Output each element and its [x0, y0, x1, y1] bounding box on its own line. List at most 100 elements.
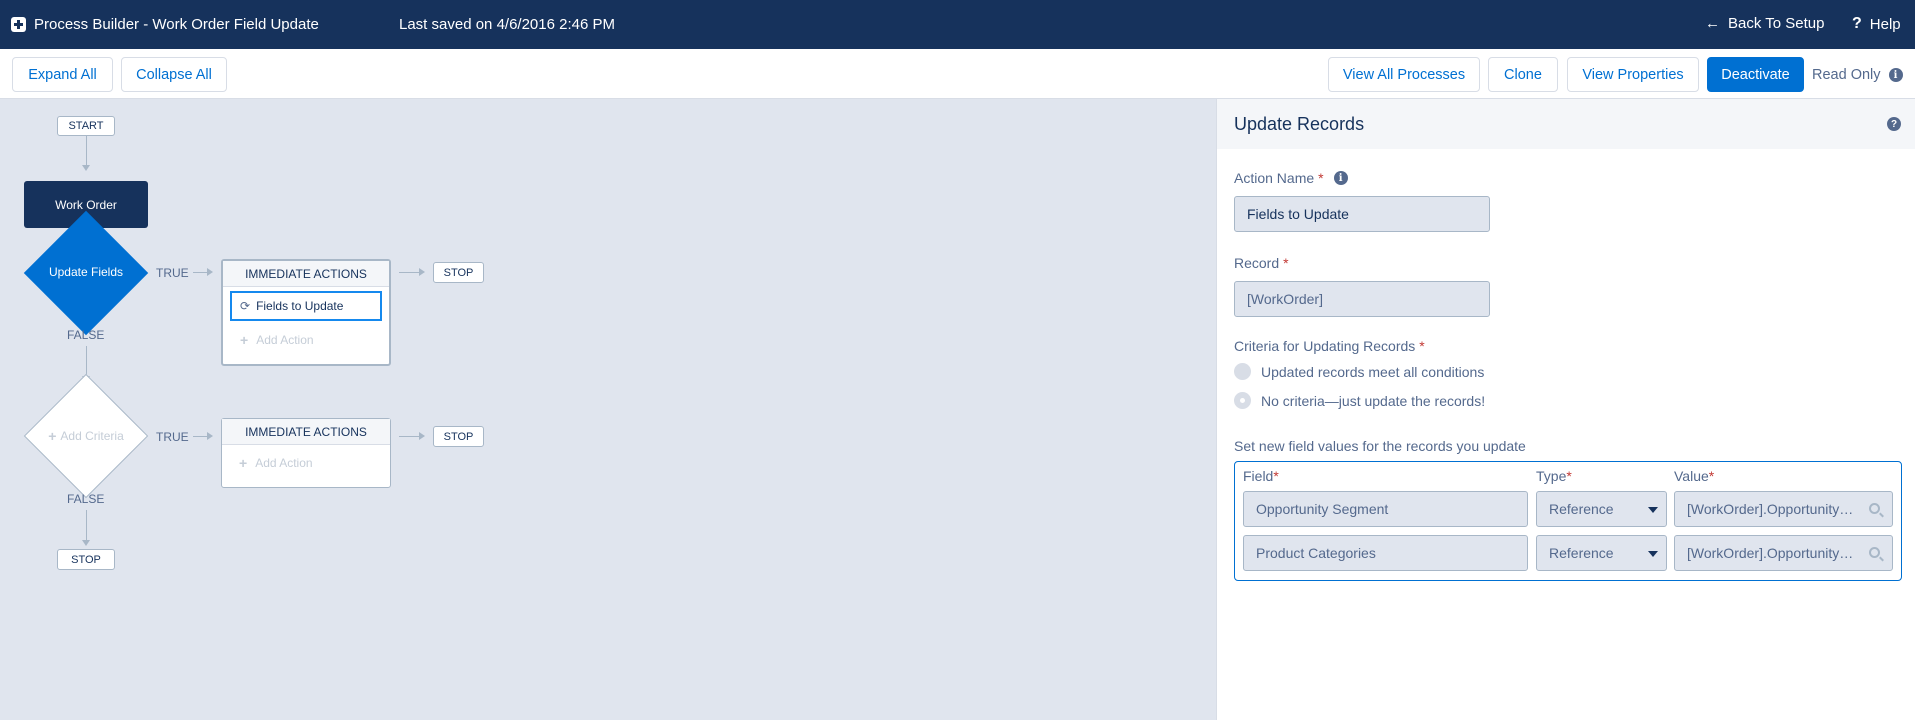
plus-icon: +	[48, 428, 57, 444]
add-action-label: Add Action	[255, 456, 313, 470]
radio-button[interactable]	[1234, 363, 1251, 380]
column-header-value-text: Value	[1674, 468, 1709, 484]
help-label: Help	[1869, 15, 1901, 33]
toolbar: Expand All Collapse All View All Process…	[0, 49, 1915, 99]
app-header: Process Builder - Work Order Field Updat…	[0, 0, 1915, 49]
properties-panel: Update Records ? Action Name * i Fields t…	[1216, 99, 1915, 720]
immediate-actions-header: IMMEDIATE ACTIONS	[223, 261, 389, 287]
radio-button-selected[interactable]	[1234, 392, 1251, 409]
stop-node: STOP	[57, 549, 115, 570]
field-input[interactable]: Product Categories	[1243, 535, 1528, 571]
plus-icon: +	[240, 332, 249, 348]
search-icon[interactable]	[1869, 503, 1880, 514]
start-node: START	[57, 116, 115, 136]
criteria-2-label: Add Criteria	[60, 429, 124, 443]
immediate-actions-group-2: IMMEDIATE ACTIONS + Add Action	[221, 418, 391, 488]
criteria-option-conditions[interactable]: Updated records meet all conditions	[1234, 363, 1484, 380]
process-canvas: START Work Order Update Fields TRUE IMME…	[0, 99, 1216, 720]
immediate-actions-header: IMMEDIATE ACTIONS	[222, 419, 390, 445]
type-select-value: Reference	[1549, 501, 1614, 517]
record-label: Record *	[1234, 255, 1289, 271]
back-to-setup-label: Back To Setup	[1728, 15, 1825, 32]
value-input[interactable]: [WorkOrder].Opportunity…	[1674, 535, 1893, 571]
connector	[86, 346, 87, 376]
criteria-option-no-criteria[interactable]: No criteria—just update the records!	[1234, 392, 1485, 409]
value-input[interactable]: [WorkOrder].Opportunity…	[1674, 491, 1893, 527]
collapse-all-button[interactable]: Collapse All	[121, 57, 227, 92]
criteria-1-label: Update Fields	[48, 265, 124, 279]
required-marker: *	[1318, 170, 1324, 186]
arrow-right-icon	[207, 432, 213, 440]
chevron-down-icon	[1648, 551, 1658, 557]
column-header-value: Value*	[1674, 468, 1714, 484]
last-saved-status: Last saved on 4/6/2016 2:46 PM	[399, 16, 615, 33]
arrow-down-icon	[82, 540, 90, 546]
true-label: TRUE	[156, 266, 189, 280]
field-input[interactable]: Opportunity Segment	[1243, 491, 1528, 527]
field-values-label: Set new field values for the records you…	[1234, 438, 1526, 454]
required-marker: *	[1283, 255, 1289, 271]
panel-header: Update Records ?	[1217, 99, 1915, 149]
criteria-option-label: Updated records meet all conditions	[1261, 363, 1485, 380]
help-link[interactable]: ? Help	[1852, 15, 1901, 33]
criteria-updating-label: Criteria for Updating Records *	[1234, 338, 1425, 354]
question-mark-icon: ?	[1852, 15, 1862, 32]
arrow-right-icon	[419, 268, 425, 276]
add-action-button[interactable]: + Add Action	[239, 455, 313, 471]
search-icon[interactable]	[1869, 547, 1880, 558]
required-marker: *	[1419, 338, 1425, 354]
connector	[399, 272, 419, 273]
add-action-label: Add Action	[256, 333, 314, 347]
help-icon[interactable]: ?	[1887, 117, 1901, 131]
criteria-updating-label-text: Criteria for Updating Records	[1234, 338, 1416, 354]
arrow-down-icon	[82, 165, 90, 171]
connector	[193, 436, 207, 437]
column-header-type: Type*	[1536, 468, 1572, 484]
type-select[interactable]: Reference	[1536, 535, 1667, 571]
true-label: TRUE	[156, 430, 189, 444]
action-name-field[interactable]: Fields to Update	[1234, 196, 1490, 232]
action-name-label: Action Name * i	[1234, 170, 1348, 186]
info-icon[interactable]: i	[1888, 68, 1903, 82]
connector	[399, 436, 419, 437]
action-label: Fields to Update	[256, 299, 344, 313]
info-icon[interactable]: i	[1333, 171, 1348, 185]
read-only-indicator: Read Only i	[1812, 67, 1903, 83]
clone-button[interactable]: Clone	[1488, 57, 1558, 92]
record-label-text: Record	[1234, 255, 1280, 271]
add-action-button[interactable]: + Add Action	[240, 332, 314, 348]
action-fields-to-update[interactable]: ⟳ Fields to Update	[230, 291, 382, 321]
stop-node: STOP	[433, 262, 484, 283]
value-input-text: [WorkOrder].Opportunity…	[1687, 501, 1854, 517]
process-builder-logo-icon	[11, 17, 26, 32]
value-input-text: [WorkOrder].Opportunity…	[1687, 545, 1854, 561]
field-values-table: Field* Type* Value* Opportunity Segment …	[1234, 461, 1902, 581]
view-all-processes-button[interactable]: View All Processes	[1328, 57, 1480, 92]
required-marker: *	[1273, 468, 1279, 484]
arrow-right-icon	[207, 268, 213, 276]
read-only-label: Read Only	[1812, 67, 1881, 83]
record-field[interactable]: [WorkOrder]	[1234, 281, 1490, 317]
immediate-actions-group-1: IMMEDIATE ACTIONS ⟳ Fields to Update + A…	[221, 259, 391, 366]
back-to-setup-link[interactable]: ← Back To Setup	[1705, 15, 1824, 32]
criteria-option-label: No criteria—just update the records!	[1261, 392, 1486, 409]
required-marker: *	[1566, 468, 1572, 484]
connector	[193, 272, 207, 273]
refresh-icon: ⟳	[240, 299, 251, 313]
connector	[86, 510, 87, 540]
action-name-label-text: Action Name	[1234, 170, 1315, 186]
expand-all-button[interactable]: Expand All	[12, 57, 113, 92]
column-header-field: Field*	[1243, 468, 1279, 484]
column-header-field-text: Field	[1243, 468, 1274, 484]
chevron-down-icon	[1648, 507, 1658, 513]
false-label: FALSE	[67, 492, 105, 506]
panel-title: Update Records	[1234, 114, 1365, 134]
type-select-value: Reference	[1549, 545, 1614, 561]
deactivate-button[interactable]: Deactivate	[1707, 57, 1804, 92]
view-properties-button[interactable]: View Properties	[1567, 57, 1699, 92]
connector	[86, 136, 87, 165]
stop-node: STOP	[433, 426, 484, 447]
page-title: Process Builder - Work Order Field Updat…	[34, 16, 319, 33]
type-select[interactable]: Reference	[1536, 491, 1667, 527]
required-marker: *	[1708, 468, 1715, 484]
